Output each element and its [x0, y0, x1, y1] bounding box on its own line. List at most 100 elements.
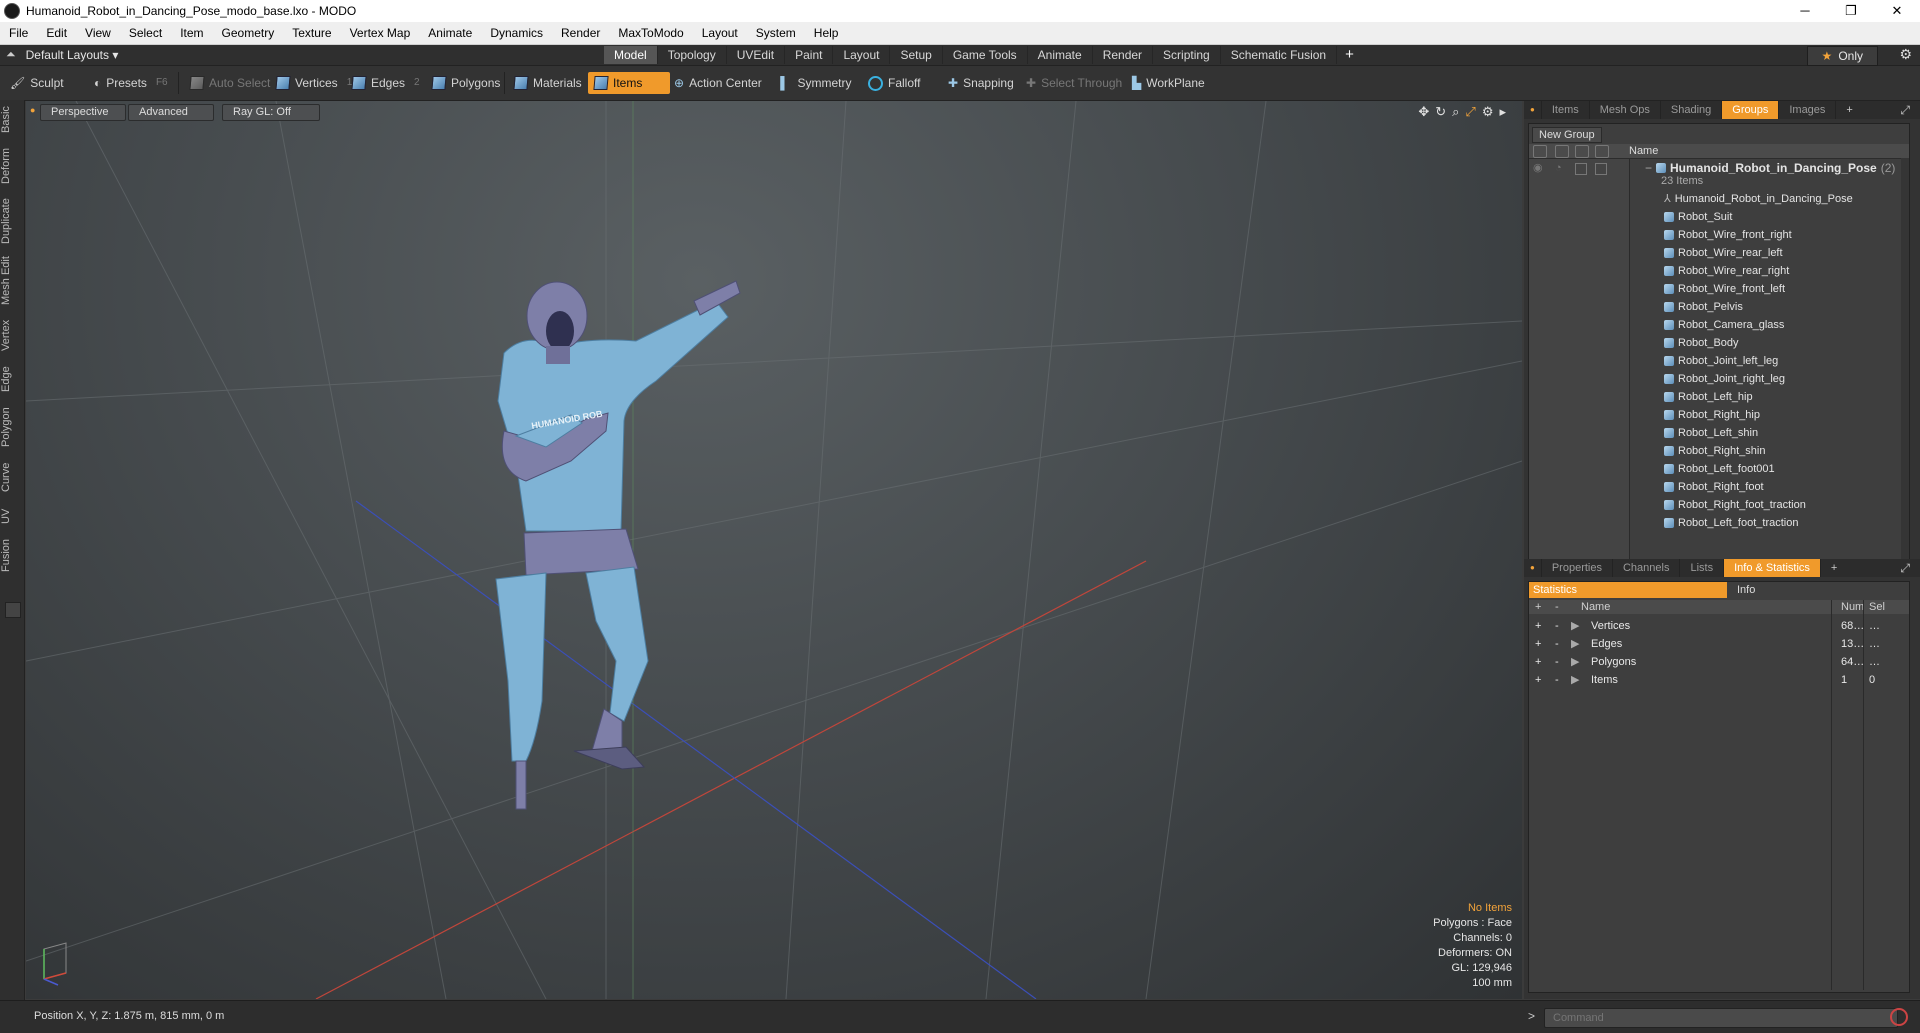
group-item-row[interactable]: Robot_Right_shin — [1529, 442, 1909, 460]
menu-geometry[interactable]: Geometry — [213, 26, 284, 40]
snapping-button[interactable]: ✚ Snapping — [942, 72, 1020, 94]
vtab-fusion[interactable]: Fusion — [0, 536, 24, 574]
panel-dot-icon[interactable]: ● — [1524, 559, 1542, 577]
tab-setup[interactable]: Setup — [890, 46, 943, 64]
ptab-mesh-ops[interactable]: Mesh Ops — [1590, 101, 1661, 119]
fit-view-icon[interactable]: ⤢ — [1465, 104, 1475, 120]
ptab-lists[interactable]: Lists — [1680, 559, 1725, 577]
select-through-button[interactable]: ✚ Select Through — [1020, 72, 1128, 94]
expand-all-button[interactable]: + — [1535, 600, 1541, 614]
vtab-duplicate[interactable]: Duplicate — [0, 196, 24, 246]
expand-panel-icon[interactable]: ⤢ — [1900, 561, 1910, 576]
ptab-groups[interactable]: Groups — [1722, 101, 1780, 119]
only-toggle[interactable]: ★ Only — [1806, 46, 1878, 66]
group-item-row[interactable]: Robot_Wire_rear_left — [1529, 244, 1909, 262]
group-item-row[interactable]: Robot_Camera_glass — [1529, 316, 1909, 334]
menu-system[interactable]: System — [747, 26, 805, 40]
ptab-properties[interactable]: Properties — [1542, 559, 1613, 577]
group-item-row[interactable]: ⅄ Humanoid_Robot_in_Dancing_Pose — [1529, 190, 1909, 208]
group-item-row[interactable]: Robot_Joint_right_leg — [1529, 370, 1909, 388]
add-tab-button[interactable]: + — [1337, 46, 1362, 64]
vtab-uv[interactable]: UV — [0, 504, 24, 528]
tab-render[interactable]: Render — [1093, 46, 1154, 64]
menu-dynamics[interactable]: Dynamics — [481, 26, 552, 40]
render-col-icon[interactable] — [1575, 145, 1589, 158]
panel-toggle-button[interactable] — [5, 602, 21, 618]
ptab-items[interactable]: Items — [1542, 101, 1590, 119]
groups-scrollbar[interactable] — [1901, 158, 1909, 562]
expand-arrow-icon[interactable]: ▶ — [1571, 653, 1579, 671]
vtab-vertex[interactable]: Vertex — [0, 316, 24, 354]
tab-schematic-fusion[interactable]: Schematic Fusion — [1221, 46, 1338, 64]
menu-vertex-map[interactable]: Vertex Map — [341, 26, 420, 40]
menu-animate[interactable]: Animate — [419, 26, 481, 40]
move-view-icon[interactable]: ✥ — [1418, 104, 1429, 120]
materials-button[interactable]: Materials — [508, 72, 588, 94]
group-item-row[interactable]: Robot_Suit — [1529, 208, 1909, 226]
rotate-view-icon[interactable]: ↻ — [1435, 104, 1446, 120]
vtab-curve[interactable]: Curve — [0, 458, 24, 496]
gear-icon[interactable]: ⚙ — [1899, 46, 1912, 63]
vtab-polygon[interactable]: Polygon — [0, 404, 24, 450]
group-item-row[interactable]: Robot_Left_shin — [1529, 424, 1909, 442]
ptab-add[interactable]: + — [1836, 101, 1862, 119]
menu-edit[interactable]: Edit — [37, 26, 76, 40]
stat-row[interactable]: + - ▶ Edges 13… … — [1529, 635, 1909, 653]
close-button[interactable]: ✕ — [1874, 0, 1920, 22]
tab-animate[interactable]: Animate — [1028, 46, 1093, 64]
menu-item[interactable]: Item — [171, 26, 212, 40]
stat-row[interactable]: + - ▶ Items 1 0 — [1529, 671, 1909, 689]
polygons-button[interactable]: Polygons — [426, 72, 506, 94]
menu-select[interactable]: Select — [120, 26, 171, 40]
ptab-channels[interactable]: Channels — [1613, 559, 1681, 577]
minimize-button[interactable]: ─ — [1782, 0, 1828, 22]
expand-panel-icon[interactable]: ⤢ — [1900, 103, 1910, 118]
panel-dot-icon[interactable]: ● — [1524, 101, 1542, 119]
action-center-button[interactable]: ⊕ Action Center — [668, 72, 768, 94]
items-button[interactable]: Items — [588, 72, 670, 94]
group-item-row[interactable]: Robot_Left_hip — [1529, 388, 1909, 406]
subtab-statistics[interactable]: Statistics — [1529, 582, 1727, 598]
expand-arrow-icon[interactable]: ▶ — [1571, 617, 1579, 635]
menu-maxtomodo[interactable]: MaxToModo — [609, 26, 692, 40]
3d-viewport[interactable]: HUMANOID ROB ● Perspective Advanced Ray … — [26, 101, 1522, 999]
robot-model[interactable]: HUMANOID ROB — [495, 280, 741, 810]
tab-layout[interactable]: Layout — [833, 46, 891, 64]
tab-uvedit[interactable]: UVEdit — [727, 46, 786, 64]
stat-row[interactable]: + - ▶ Vertices 68… … — [1529, 617, 1909, 635]
group-item-row[interactable]: Robot_Left_foot_traction — [1529, 514, 1909, 532]
vtab-basic[interactable]: Basic — [0, 104, 24, 136]
vtab-edge[interactable]: Edge — [0, 362, 24, 396]
menu-file[interactable]: File — [0, 26, 37, 40]
collapse-all-button[interactable]: - — [1555, 600, 1559, 614]
viewport-menu-dot[interactable]: ● — [30, 105, 35, 115]
group-item-row[interactable]: Robot_Wire_rear_right — [1529, 262, 1909, 280]
perspective-button[interactable]: Perspective — [40, 104, 126, 121]
viewport-settings-icon[interactable]: ⚙ — [1482, 104, 1494, 120]
group-item-row[interactable]: Robot_Left_foot001 — [1529, 460, 1909, 478]
group-item-row[interactable]: Robot_Body — [1529, 334, 1909, 352]
vtab-mesh-edit[interactable]: Mesh Edit — [0, 256, 24, 306]
presets-button[interactable]: ◐ Presets F6 — [88, 72, 174, 94]
menu-help[interactable]: Help — [805, 26, 848, 40]
stat-row[interactable]: + - ▶ Polygons 64… … — [1529, 653, 1909, 671]
viewport-more-icon[interactable]: ▸ — [1499, 104, 1506, 120]
ptab-info-statistics[interactable]: Info & Statistics — [1724, 559, 1821, 577]
expand-arrow-icon[interactable]: ▶ — [1571, 671, 1579, 689]
falloff-button[interactable]: Falloff — [862, 72, 926, 94]
maximize-button[interactable]: ❐ — [1828, 0, 1874, 22]
edges-button[interactable]: Edges 2 — [346, 72, 426, 94]
expand-arrow-icon[interactable]: ▶ — [1571, 635, 1579, 653]
group-item-row[interactable]: Robot_Pelvis — [1529, 298, 1909, 316]
vertices-button[interactable]: Vertices 1 — [270, 72, 358, 94]
group-item-row[interactable]: Robot_Joint_left_leg — [1529, 352, 1909, 370]
symmetry-button[interactable]: ▐ Symmetry — [770, 72, 858, 94]
select-col-icon[interactable] — [1595, 145, 1609, 158]
menu-render[interactable]: Render — [552, 26, 609, 40]
group-item-row[interactable]: Robot_Right_foot — [1529, 478, 1909, 496]
ptab-add-stats[interactable]: + — [1821, 559, 1847, 577]
tab-game-tools[interactable]: Game Tools — [943, 46, 1028, 64]
group-item-row[interactable]: Robot_Wire_front_right — [1529, 226, 1909, 244]
new-group-button[interactable]: New Group — [1532, 127, 1602, 143]
tab-topology[interactable]: Topology — [658, 46, 727, 64]
